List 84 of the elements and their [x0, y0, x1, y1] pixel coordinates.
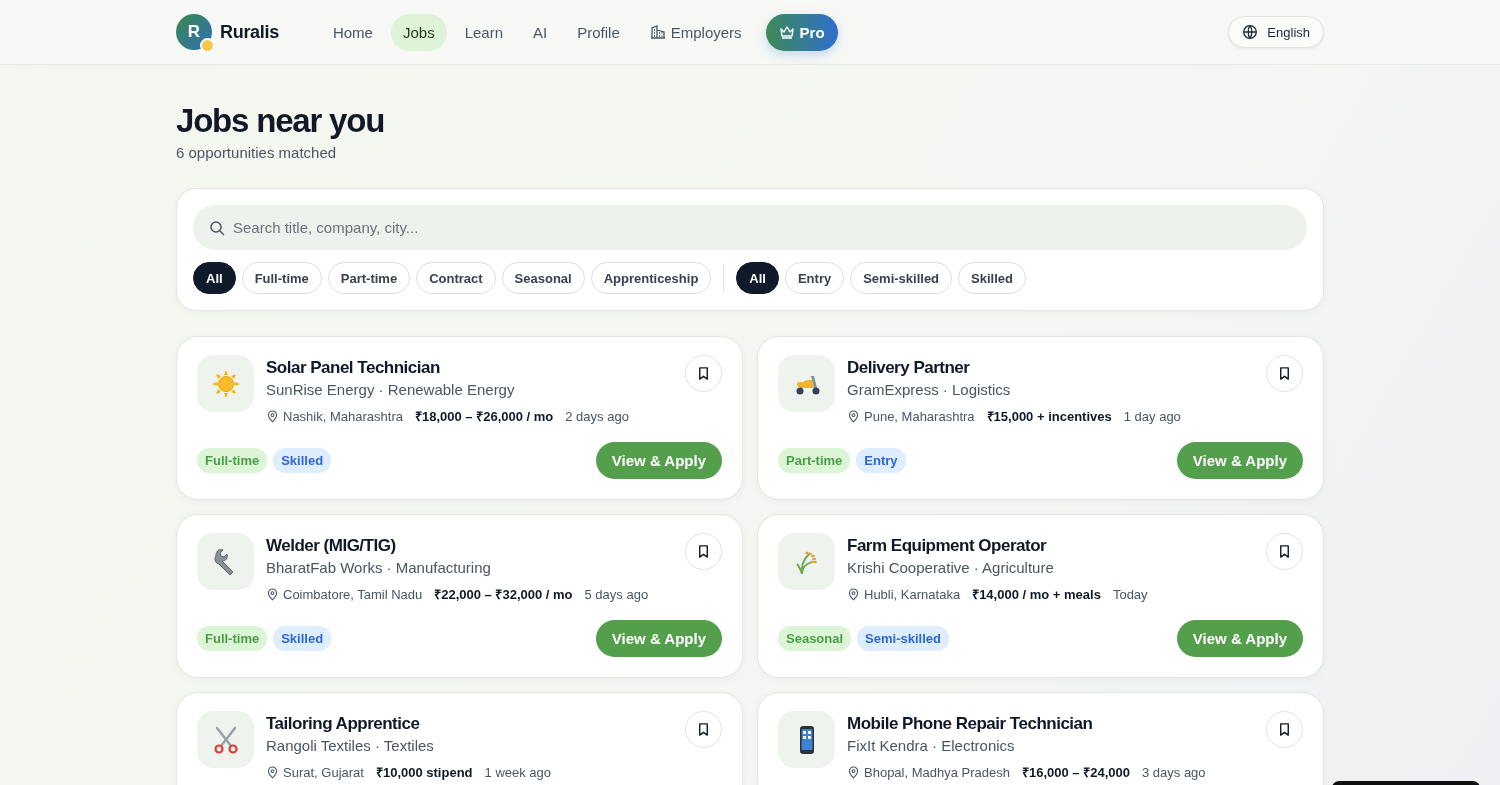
location-icon — [266, 409, 279, 423]
company-name: FixIt Kendra · Electronics — [847, 737, 1016, 754]
nav-link[interactable]: AI — [521, 13, 560, 51]
job-location: Nashik, Maharashtra — [283, 408, 403, 424]
job-pay: ₹15,000 + incentives — [986, 408, 1112, 425]
filter-chip[interactable]: Seasonal — [501, 262, 585, 294]
job-pay: ₹22,000 – ₹32,000 / mo — [434, 586, 573, 603]
posted-time: 1 day ago — [1123, 408, 1181, 424]
job-type-tag: Full-time — [197, 626, 268, 651]
search-field[interactable]: Search title, company, city... — [233, 212, 1291, 243]
bookmark-button[interactable] — [1266, 355, 1303, 392]
company-name: Krishi Cooperative · Agriculture — [847, 559, 1055, 576]
bookmark-button[interactable] — [1266, 533, 1303, 570]
filter-chip[interactable]: Contract — [416, 262, 496, 294]
crown-icon — [778, 24, 795, 40]
building-icon — [649, 24, 666, 40]
location-icon — [266, 587, 279, 601]
nav-link[interactable]: Profile — [565, 13, 632, 51]
filter-chip[interactable]: All — [193, 262, 236, 294]
search-icon — [209, 219, 225, 236]
brand-name[interactable]: Ruralis — [220, 21, 279, 43]
posted-time: 2 days ago — [565, 408, 629, 424]
language-button[interactable]: English — [1228, 16, 1324, 48]
nav-link[interactable]: Employers — [637, 13, 754, 51]
company-name: GramExpress · Logistics — [847, 381, 1012, 398]
bookmark-icon — [1277, 544, 1292, 559]
company-name: BharatFab Works · Manufacturing — [266, 559, 492, 576]
search-field[interactable]: Search title, company, city... — [193, 205, 1307, 250]
location-icon — [847, 587, 860, 601]
location-icon — [847, 765, 860, 779]
posted-time: 1 week ago — [484, 764, 552, 780]
nav-link[interactable]: Home — [320, 13, 385, 51]
bookmark-button[interactable] — [685, 711, 722, 748]
company-name: Rangoli Textiles · Textiles — [266, 737, 435, 754]
filter-chip[interactable]: Full-time — [241, 262, 322, 294]
bookmark-button[interactable] — [1266, 711, 1303, 748]
job-location: Pune, Maharashtra — [864, 408, 975, 424]
globe-icon — [1242, 24, 1259, 40]
bookmark-icon — [1277, 722, 1292, 737]
posted-time: 5 days ago — [584, 586, 649, 602]
pro-button[interactable]: Pro — [765, 13, 838, 51]
job-title[interactable]: Delivery Partner — [847, 358, 1266, 378]
job-title[interactable]: Tailoring Apprentice — [266, 714, 685, 734]
match-count: 6 opportunities matched — [176, 144, 338, 161]
bookmark-icon — [696, 722, 711, 737]
posted-time: 3 days ago — [1141, 764, 1206, 780]
posted-time: Today — [1112, 586, 1148, 602]
skill-level-tag: Skilled — [273, 626, 332, 651]
job-title[interactable]: Welder (MIG/TIG) — [266, 536, 685, 556]
job-pay: ₹18,000 – ₹26,000 / mo — [414, 408, 554, 425]
filter-chip[interactable]: All — [736, 262, 779, 294]
bookmark-icon — [696, 544, 711, 559]
job-pay: ₹10,000 stipend — [375, 764, 473, 781]
job-location: Hubli, Karnataka — [864, 586, 961, 602]
job-pay: ₹14,000 / mo + meals — [972, 586, 1101, 603]
location-icon — [847, 409, 860, 423]
company-name: SunRise Energy · Renewable Energy — [266, 381, 516, 398]
job-title[interactable]: Solar Panel Technician — [266, 358, 685, 378]
bookmark-button[interactable] — [685, 355, 722, 392]
filter-chip[interactable]: Apprenticeship — [590, 262, 712, 294]
logo-badge: R — [176, 14, 212, 50]
job-pay: ₹16,000 – ₹24,000 — [1022, 764, 1130, 781]
filter-chip[interactable]: Entry — [784, 262, 845, 294]
job-title[interactable]: Mobile Phone Repair Technician — [847, 714, 1266, 734]
filter-chip[interactable]: Semi-skilled — [850, 262, 953, 294]
location-icon — [266, 765, 279, 779]
job-location: Bhopal, Madhya Pradesh — [864, 764, 1010, 780]
bookmark-icon — [1277, 366, 1292, 381]
nav-link[interactable]: Learn — [452, 13, 515, 51]
job-type-tag: Seasonal — [778, 626, 852, 651]
bookmark-button[interactable] — [685, 533, 722, 570]
job-title[interactable]: Farm Equipment Operator — [847, 536, 1266, 556]
skill-level-tag: Skilled — [273, 448, 332, 473]
nav-link[interactable]: Jobs — [390, 13, 447, 51]
job-type-tag: Part-time — [778, 448, 851, 473]
filter-chip[interactable]: Part-time — [327, 262, 411, 294]
page-title: Jobs near you — [176, 102, 386, 140]
skill-level-tag: Semi-skilled — [857, 626, 949, 651]
job-location: Coimbatore, Tamil Nadu — [283, 586, 423, 602]
bookmark-icon — [696, 366, 711, 381]
skill-level-tag: Entry — [856, 448, 906, 473]
job-location: Surat, Gujarat — [283, 764, 364, 780]
filter-chip[interactable]: Skilled — [958, 262, 1026, 294]
job-type-tag: Full-time — [197, 448, 268, 473]
